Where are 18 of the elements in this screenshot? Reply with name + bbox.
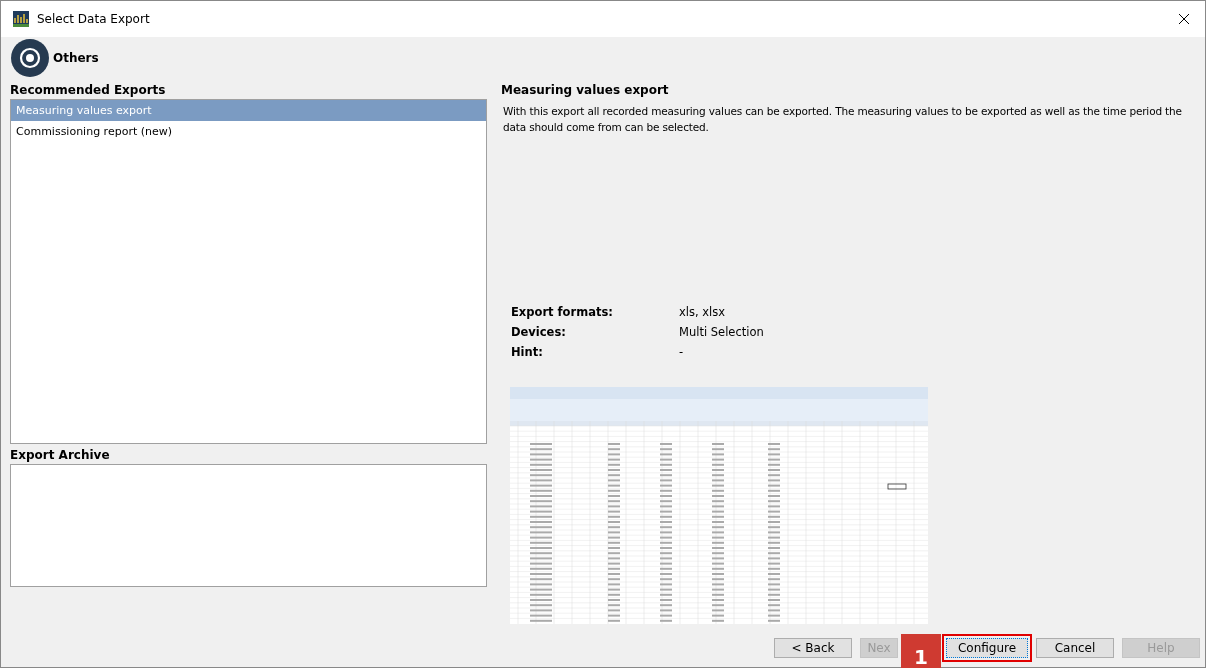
section-heading: Recommended Exports [10, 82, 167, 99]
step-badge: 1 [901, 634, 941, 668]
property-label: Devices: [511, 325, 567, 339]
dialog-button[interactable]: Cancel [1036, 638, 1114, 658]
property-label: Export formats: [511, 305, 614, 319]
list-item[interactable]: Commissioning report (new) [11, 121, 486, 142]
app-logo-icon [13, 11, 29, 27]
property-value: - [679, 345, 685, 359]
category-title: Others [53, 51, 99, 65]
property-value: Multi Selection [679, 325, 765, 339]
dialog-button[interactable]: < Back [774, 638, 852, 658]
property-value: xls, xlsx [679, 305, 727, 319]
details-title: Measuring values export [501, 82, 670, 99]
description-text: With this export all recorded measuring values can be exported. The measuring values to be exported as well as the time period the data should come from can be selected. [502, 104, 1183, 135]
target-icon [11, 39, 49, 77]
property-label: Hint: [511, 345, 544, 359]
section-heading: Export Archive [10, 447, 111, 465]
window-title: Select Data Export [37, 12, 151, 26]
